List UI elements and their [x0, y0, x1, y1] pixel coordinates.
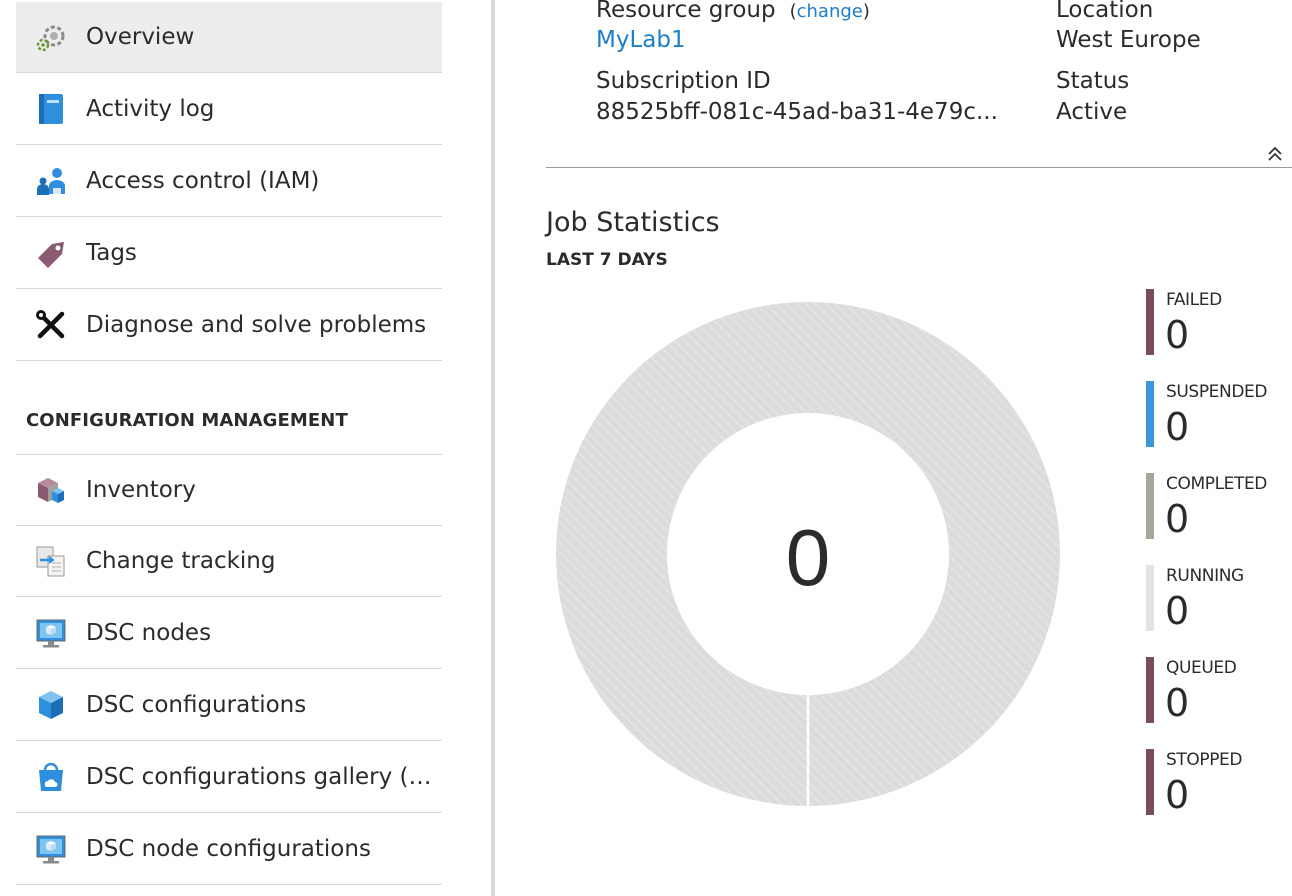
- status-value: Active: [1056, 99, 1128, 125]
- legend-failed-bar: [1146, 289, 1154, 355]
- sidebar-item-tags[interactable]: Tags: [16, 218, 442, 289]
- access-control-icon: [34, 164, 68, 198]
- legend-running-value: 0: [1165, 589, 1190, 633]
- sidebar-item-overview[interactable]: Overview: [16, 2, 442, 73]
- legend-completed-value: 0: [1165, 497, 1190, 541]
- change-link[interactable]: change: [797, 1, 863, 22]
- legend-stopped-value: 0: [1165, 773, 1190, 817]
- legend-failed[interactable]: FAILED 0: [1146, 289, 1292, 361]
- job-statistics-subtitle: LAST 7 DAYS: [546, 250, 668, 270]
- dsc-nodes-icon: [34, 616, 68, 650]
- subscription-id-label: Subscription ID: [596, 68, 771, 94]
- legend-running-label: RUNNING: [1166, 566, 1244, 586]
- donut-total: 0: [786, 513, 831, 602]
- legend-completed[interactable]: COMPLETED 0: [1146, 473, 1292, 545]
- legend-completed-bar: [1146, 473, 1154, 539]
- legend-running-bar: [1146, 565, 1154, 631]
- activity-log-icon: [34, 92, 68, 126]
- tag-icon: [34, 236, 68, 270]
- dsc-configurations-icon: [34, 688, 68, 722]
- sidebar-item-dsc-nodes[interactable]: DSC nodes: [16, 598, 442, 669]
- sidebar-item-dsc-configurations-gallery[interactable]: DSC configurations gallery (Pre...: [16, 742, 442, 813]
- location-value: West Europe: [1056, 27, 1201, 53]
- legend-completed-label: COMPLETED: [1166, 474, 1267, 494]
- sidebar-item-label: Tags: [86, 240, 137, 266]
- sidebar-item-label: DSC nodes: [86, 620, 212, 646]
- panel-divider[interactable]: [491, 0, 495, 896]
- sidebar-item-label: Activity log: [86, 96, 215, 122]
- sidebar-item-label: Diagnose and solve problems: [86, 312, 427, 338]
- legend-failed-value: 0: [1165, 313, 1190, 357]
- essentials-divider: [546, 167, 1292, 168]
- legend-failed-label: FAILED: [1166, 290, 1222, 310]
- legend-queued-value: 0: [1165, 681, 1190, 725]
- double-chevron-up-icon[interactable]: [1262, 141, 1288, 167]
- resource-group-label: Resource group (change): [596, 0, 870, 23]
- sidebar-item-inventory[interactable]: Inventory: [16, 454, 442, 526]
- sidebar: Overview Activity log Access control (IA…: [0, 0, 490, 896]
- legend-queued-bar: [1146, 657, 1154, 723]
- section-heading-configuration-management: CONFIGURATION MANAGEMENT: [26, 410, 348, 431]
- legend-suspended-value: 0: [1165, 405, 1190, 449]
- inventory-icon: [34, 473, 68, 507]
- sidebar-item-dsc-node-configurations[interactable]: DSC node configurations: [16, 814, 442, 885]
- change-tracking-icon: [34, 544, 68, 578]
- overview-icon: [34, 20, 68, 54]
- wrench-icon: [34, 308, 68, 342]
- sidebar-item-change-tracking[interactable]: Change tracking: [16, 526, 442, 597]
- job-statistics-donut: 0: [556, 302, 1060, 806]
- legend-suspended-label: SUSPENDED: [1166, 382, 1268, 402]
- legend-suspended-bar: [1146, 381, 1154, 447]
- legend-suspended[interactable]: SUSPENDED 0: [1146, 381, 1292, 453]
- legend-stopped-label: STOPPED: [1166, 750, 1243, 770]
- sidebar-item-label: Overview: [86, 24, 195, 50]
- sidebar-item-dsc-configurations[interactable]: DSC configurations: [16, 670, 442, 741]
- sidebar-item-label: Access control (IAM): [86, 168, 320, 194]
- location-label: Location: [1056, 0, 1154, 23]
- sidebar-item-label: Inventory: [86, 477, 196, 503]
- legend-running[interactable]: RUNNING 0: [1146, 565, 1292, 637]
- dsc-gallery-icon: [34, 760, 68, 794]
- legend-queued-label: QUEUED: [1166, 658, 1237, 678]
- resource-group-link[interactable]: MyLab1: [596, 27, 686, 53]
- subscription-id-value: 88525bff-081c-45ad-ba31-4e79c...: [596, 99, 998, 125]
- sidebar-item-label: Change tracking: [86, 548, 276, 574]
- sidebar-item-label: DSC configurations: [86, 692, 307, 718]
- sidebar-item-access-control[interactable]: Access control (IAM): [16, 146, 442, 217]
- status-label: Status: [1056, 68, 1130, 94]
- dsc-node-configurations-icon: [34, 832, 68, 866]
- legend-stopped-bar: [1146, 749, 1154, 815]
- legend-stopped[interactable]: STOPPED 0: [1146, 749, 1292, 821]
- job-statistics-title: Job Statistics: [546, 207, 720, 238]
- sidebar-item-label: DSC configurations gallery (Pre...: [86, 764, 436, 790]
- sidebar-item-diagnose[interactable]: Diagnose and solve problems: [16, 290, 442, 361]
- sidebar-item-label: DSC node configurations: [86, 836, 371, 862]
- legend-queued[interactable]: QUEUED 0: [1146, 657, 1292, 729]
- sidebar-item-activity-log[interactable]: Activity log: [16, 74, 442, 145]
